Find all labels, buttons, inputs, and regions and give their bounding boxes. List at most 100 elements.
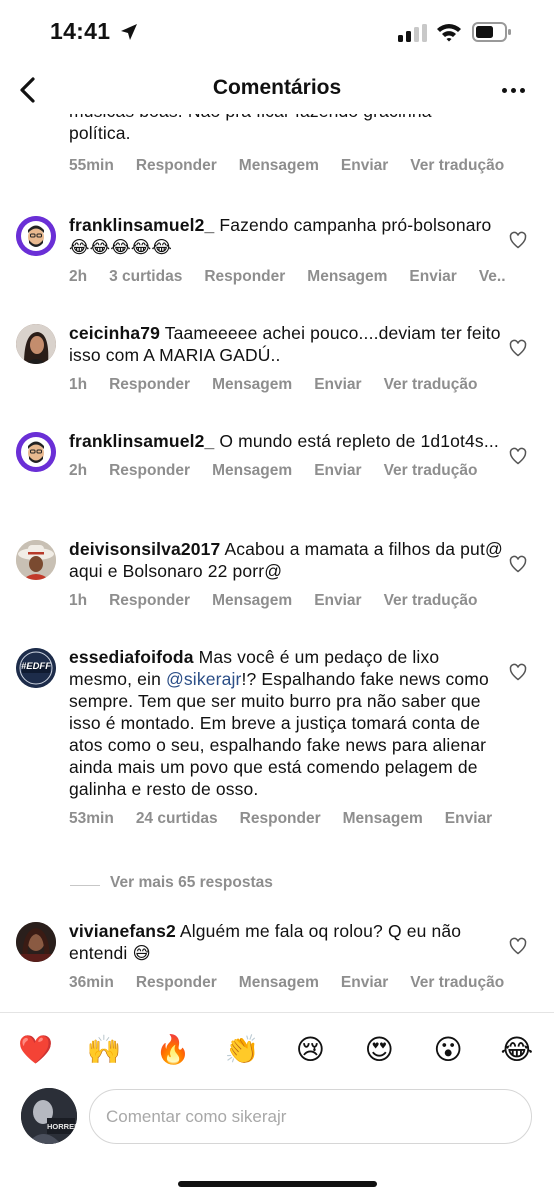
avatar[interactable] [16,216,56,256]
send-button[interactable]: Enviar [314,592,361,610]
home-indicator [178,1181,377,1187]
comment-time: 1h [69,592,88,609]
reply-button[interactable]: Responder [109,376,190,394]
emoji-heart[interactable]: ❤️ [18,1033,53,1084]
comment-username[interactable]: vivianefans2 [69,921,176,941]
avatar[interactable] [16,922,56,962]
comment-text: política. [69,123,131,143]
comment-time: 1h [69,376,88,393]
view-more-replies[interactable]: Ver mais 65 respostas [0,874,554,898]
dark-photo-avatar-icon [16,922,56,962]
translate-button[interactable]: Ver tradução [384,462,478,480]
message-button[interactable]: Mensagem [343,810,423,828]
heart-icon[interactable] [508,338,528,358]
likes-count[interactable]: 24 curtidas [136,810,218,828]
emoji-laughing[interactable]: 😂 [500,1033,534,1084]
comment-composer: HORREN [0,1084,554,1154]
status-time: 14:41 [50,18,111,44]
message-button[interactable]: Mensagem [239,974,319,992]
dot-icon [510,87,516,93]
reply-button[interactable]: Responder [136,157,217,175]
message-button[interactable]: Mensagem [239,157,319,175]
translate-button[interactable]: Ver tradução [410,157,504,175]
hat-photo-avatar-icon [16,540,56,580]
translate-button[interactable]: Ver tradução [384,376,478,394]
badge-avatar-text: #EDFF [20,661,52,672]
comment-text: franklinsamuel2_ Fazendo campanha pró-bo… [69,214,505,258]
reply-button[interactable]: Responder [136,974,217,992]
comment-username[interactable]: essediafoifoda [69,647,194,667]
cartoon-avatar-icon [16,216,56,256]
reply-button[interactable]: Responder [109,592,190,610]
avatar[interactable] [16,324,56,364]
comment-meta: 2h Responder Mensagem Enviar Ver traduçã… [69,462,505,480]
dot-icon [519,87,525,93]
send-button[interactable]: Enviar [314,376,361,394]
comment-text: músicas boas. Não pra ficar fazendo grac… [69,114,505,122]
send-button[interactable]: Enviar [314,462,361,480]
comment-meta: 53min 24 curtidas Responder Mensagem Env… [69,810,505,828]
translate-button[interactable]: Ver tradução [384,592,478,610]
avatar[interactable]: #EDFF [16,648,56,688]
send-button[interactable]: Enviar [409,268,456,286]
comment-input[interactable] [89,1089,532,1144]
wifi-icon [437,24,461,42]
reply-button[interactable]: Responder [240,810,321,828]
location-arrow-icon [121,24,137,40]
emoji-surprised[interactable]: 😮 [431,1033,465,1084]
heart-icon[interactable] [508,662,528,682]
emoji-reaction-bar: ❤️ 🙌 🔥 👏 😢 😍 😮 😂 [0,1012,554,1084]
comment-meta: 1h Responder Mensagem Enviar Ver traduçã… [69,592,505,610]
photo-avatar-icon [16,324,56,364]
comment-text: franklinsamuel2_ O mundo está repleto de… [69,430,505,452]
comment-text: essediafoifoda Mas você é um pedaço de l… [69,646,505,800]
cartoon-avatar-icon [16,432,56,472]
comment-username[interactable]: ceicinha79 [69,323,160,343]
avatar[interactable] [16,432,56,472]
avatar-caption: HORREN [47,1122,77,1131]
emoji-heart-eyes[interactable]: 😍 [362,1033,396,1084]
comments-list[interactable]: músicas boas. Não pra ficar fazendo grac… [0,114,554,1010]
translate-button[interactable]: Ve... [479,268,505,286]
message-button[interactable]: Mensagem [212,462,292,480]
profile-photo-icon [21,1088,77,1144]
avatar[interactable] [16,540,56,580]
reply-button[interactable]: Responder [109,462,190,480]
comment-time: 36min [69,974,114,991]
comment-text: vivianefans2 Alguém me fala oq rolou? Q … [69,920,505,964]
view-more-replies-label[interactable]: Ver mais 65 respostas [110,874,273,892]
more-options-button[interactable] [498,78,528,102]
message-button[interactable]: Mensagem [212,592,292,610]
current-user-avatar[interactable]: HORREN [21,1088,77,1144]
reply-button[interactable]: Responder [204,268,285,286]
divider-line [70,885,100,886]
emoji-clapping[interactable]: 👏 [225,1033,260,1084]
comment-username[interactable]: franklinsamuel2_ [69,431,214,451]
comment-meta: 1h Responder Mensagem Enviar Ver traduçã… [69,376,505,394]
heart-icon[interactable] [508,936,528,956]
comment-body: O mundo está repleto de 1d1ot4s... [219,431,499,451]
comment-username[interactable]: deivisonsilva2017 [69,539,220,559]
send-button[interactable]: Enviar [445,810,492,828]
comment-meta: 2h 3 curtidas Responder Mensagem Enviar … [69,268,505,286]
translate-button[interactable]: Ver tradução [410,974,504,992]
comment-time: 53min [69,810,114,827]
comment-text: ceicinha79 Taameeeee achei pouco....devi… [69,322,505,366]
heart-icon[interactable] [508,230,528,250]
page-title: Comentários [212,76,342,99]
likes-count[interactable]: 3 curtidas [109,268,182,286]
comment-text: deivisonsilva2017 Acabou a mamata a filh… [69,538,505,582]
send-button[interactable]: Enviar [341,974,388,992]
send-button[interactable]: Enviar [341,157,388,175]
comment-username[interactable]: franklinsamuel2_ [69,215,214,235]
mention-link[interactable]: @sikerajr [166,669,242,689]
emoji-crying[interactable]: 😢 [293,1033,327,1084]
emoji-fire[interactable]: 🔥 [156,1033,191,1084]
emoji-raising-hands[interactable]: 🙌 [87,1033,122,1084]
top-nav-bar: Comentários [0,66,554,114]
message-button[interactable]: Mensagem [212,376,292,394]
heart-icon[interactable] [508,446,528,466]
message-button[interactable]: Mensagem [307,268,387,286]
heart-icon[interactable] [508,554,528,574]
comment-time: 2h [69,462,88,479]
